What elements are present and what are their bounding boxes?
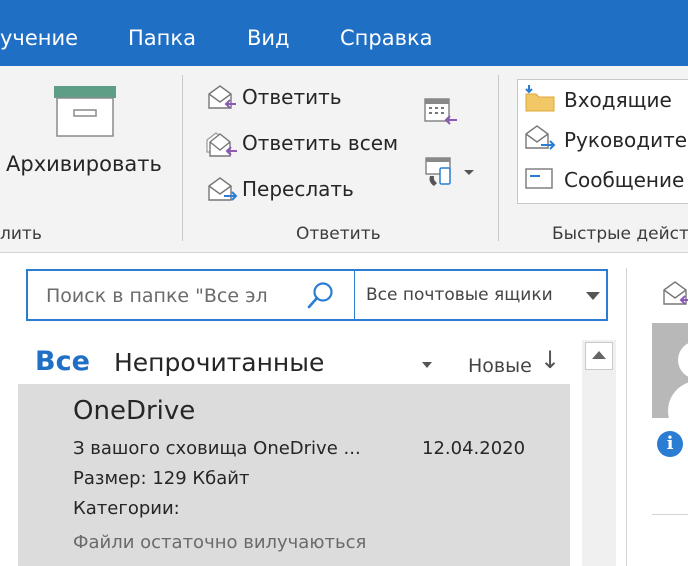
chevron-down-icon[interactable]: [586, 292, 600, 300]
quick-steps-gallery: Входящие Руководите Сообщение: [517, 79, 688, 204]
reply-all-button[interactable]: Ответить всем: [206, 130, 406, 158]
ribbon-separator: [182, 75, 183, 241]
envelope-forward-icon: [525, 125, 556, 150]
search-scope-dropdown[interactable]: Все почтовые ящики: [366, 285, 553, 305]
chevron-down-icon[interactable]: [422, 362, 432, 368]
message-subject: З вашого сховища OneDrive ...: [73, 438, 361, 459]
quick-step-label: Сообщение: [564, 168, 685, 192]
sort-direction-icon[interactable]: ↓: [540, 346, 560, 374]
filter-unread[interactable]: Непрочитанные: [114, 348, 324, 377]
message-preview: Файли остаточно вилучаються: [73, 532, 367, 553]
info-icon[interactable]: i: [657, 431, 683, 457]
search-divider: [354, 271, 355, 319]
message-sender: OneDrive: [73, 396, 196, 426]
message-size: Размер: 129 Кбайт: [73, 468, 250, 489]
search-box: Все почтовые ящики: [26, 269, 608, 321]
avatar: [652, 323, 688, 418]
reply-label: Ответить: [242, 85, 342, 109]
search-input[interactable]: [46, 284, 304, 308]
reply-all-icon: [206, 132, 237, 157]
folder-move-icon: [525, 85, 555, 112]
forward-button[interactable]: Переслать: [206, 176, 386, 204]
message-date: 12.04.2020: [422, 438, 526, 459]
scroll-up-button[interactable]: [585, 342, 613, 370]
envelope-icon: [525, 168, 553, 189]
im-reply-icon: [425, 157, 451, 186]
reply-button[interactable]: Ответить: [206, 84, 386, 112]
archive-box-icon: [54, 86, 116, 137]
reply-icon: [208, 85, 236, 109]
search-icon[interactable]: [306, 280, 336, 310]
reply-all-label: Ответить всем: [242, 131, 399, 155]
sort-newest-button[interactable]: Новые: [468, 355, 532, 377]
tab-learning[interactable]: учение: [0, 25, 78, 51]
delete-group-label: лить: [0, 224, 42, 244]
reading-pane: i: [627, 268, 688, 566]
reply-icon[interactable]: [661, 280, 688, 308]
ribbon-tab-bar: учение Папка Вид Справка: [0, 0, 688, 66]
respond-group-label: Ответить: [296, 224, 381, 244]
forward-label: Переслать: [242, 177, 354, 201]
quick-step-manager[interactable]: Руководите: [518, 122, 688, 160]
tab-view[interactable]: Вид: [247, 25, 290, 51]
message-list-scrollbar[interactable]: [582, 340, 616, 566]
filter-all[interactable]: Все: [35, 346, 90, 377]
more-respond-dropdown[interactable]: [424, 156, 476, 188]
reading-pane-divider: [652, 514, 688, 515]
calendar-reply-icon: [424, 98, 457, 125]
message-categories: Категории:: [73, 498, 180, 519]
tab-help[interactable]: Справка: [340, 25, 433, 51]
archive-label: Архивировать: [6, 152, 162, 176]
quick-step-message[interactable]: Сообщение: [518, 162, 688, 200]
quick-step-label: Руководите: [564, 128, 688, 152]
archive-button[interactable]: Архивировать: [4, 84, 174, 204]
message-list-item[interactable]: OneDrive З вашого сховища OneDrive ... 1…: [18, 384, 570, 566]
ribbon: Архивировать лить Ответить Ответить всем…: [0, 66, 688, 253]
tab-folder[interactable]: Папка: [128, 25, 196, 51]
meeting-button[interactable]: [424, 98, 458, 126]
quick-step-label: Входящие: [564, 88, 672, 112]
quick-steps-group-label: Быстрые дейст: [552, 224, 688, 244]
quick-step-inbox[interactable]: Входящие: [518, 82, 688, 120]
forward-icon: [208, 177, 238, 201]
chevron-down-icon: [464, 170, 474, 175]
ribbon-separator: [498, 75, 499, 241]
